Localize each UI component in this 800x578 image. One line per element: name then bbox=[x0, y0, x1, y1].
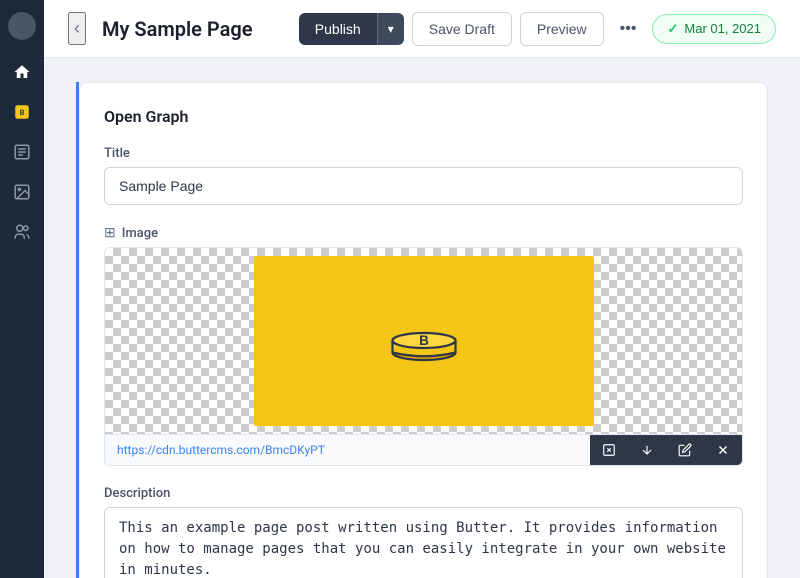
sidebar-item-users[interactable] bbox=[6, 216, 38, 248]
description-field-group: Description This an example page post wr… bbox=[104, 486, 743, 578]
publish-button-group: Publish ▾ bbox=[299, 13, 404, 45]
svg-text:B: B bbox=[20, 108, 25, 117]
image-url-bar: https://cdn.buttercms.com/BmcDKyPT bbox=[105, 434, 742, 465]
open-graph-panel: Open Graph Title ⊞ Image bbox=[79, 82, 768, 578]
image-download-button[interactable] bbox=[628, 435, 666, 465]
header: ‹ My Sample Page Publish ▾ Save Draft Pr… bbox=[44, 0, 800, 58]
image-remove-button[interactable] bbox=[704, 435, 742, 465]
title-input[interactable] bbox=[104, 167, 743, 205]
image-preview: B bbox=[254, 256, 594, 426]
preview-button[interactable]: Preview bbox=[520, 12, 604, 46]
sidebar-item-home[interactable] bbox=[6, 56, 38, 88]
sidebar: B bbox=[0, 0, 44, 578]
title-label: Title bbox=[104, 146, 743, 161]
sidebar-item-pages[interactable] bbox=[6, 136, 38, 168]
title-field-group: Title bbox=[104, 146, 743, 205]
panel-title: Open Graph bbox=[104, 107, 743, 126]
image-label-row: ⊞ Image bbox=[104, 225, 743, 241]
image-label: Image bbox=[122, 226, 158, 241]
more-options-button[interactable]: ••• bbox=[612, 12, 645, 46]
panel-wrapper: Open Graph Title ⊞ Image bbox=[76, 82, 768, 578]
description-input[interactable]: This an example page post written using … bbox=[104, 507, 743, 578]
date-label: Mar 01, 2021 bbox=[684, 21, 761, 36]
publish-button[interactable]: Publish bbox=[299, 13, 377, 45]
checkmark-icon: ✓ bbox=[667, 21, 678, 37]
image-container: B https://cdn.buttercms.com/BmcDKyPT bbox=[104, 247, 743, 466]
image-field-group: ⊞ Image bbox=[104, 225, 743, 466]
save-draft-button[interactable]: Save Draft bbox=[412, 12, 512, 46]
date-status-button[interactable]: ✓ Mar 01, 2021 bbox=[652, 14, 776, 44]
image-url: https://cdn.buttercms.com/BmcDKyPT bbox=[105, 435, 590, 465]
header-actions: Publish ▾ Save Draft Preview ••• ✓ Mar 0… bbox=[299, 12, 776, 46]
content-area: Open Graph Title ⊞ Image bbox=[44, 58, 800, 578]
image-wrapper: B bbox=[105, 248, 742, 434]
svg-text:B: B bbox=[419, 333, 429, 348]
page-title: My Sample Page bbox=[102, 17, 283, 41]
image-icon: ⊞ bbox=[104, 225, 116, 241]
sidebar-item-butter[interactable]: B bbox=[6, 96, 38, 128]
back-button[interactable]: ‹ bbox=[68, 12, 86, 45]
main-area: ‹ My Sample Page Publish ▾ Save Draft Pr… bbox=[44, 0, 800, 578]
image-replace-button[interactable] bbox=[590, 435, 628, 465]
butter-logo: B bbox=[379, 309, 469, 373]
image-action-buttons bbox=[590, 435, 742, 465]
image-edit-button[interactable] bbox=[666, 435, 704, 465]
sidebar-item-media[interactable] bbox=[6, 176, 38, 208]
more-icon: ••• bbox=[620, 20, 637, 37]
publish-dropdown-button[interactable]: ▾ bbox=[377, 13, 404, 45]
avatar[interactable] bbox=[8, 12, 36, 40]
description-label: Description bbox=[104, 486, 743, 501]
